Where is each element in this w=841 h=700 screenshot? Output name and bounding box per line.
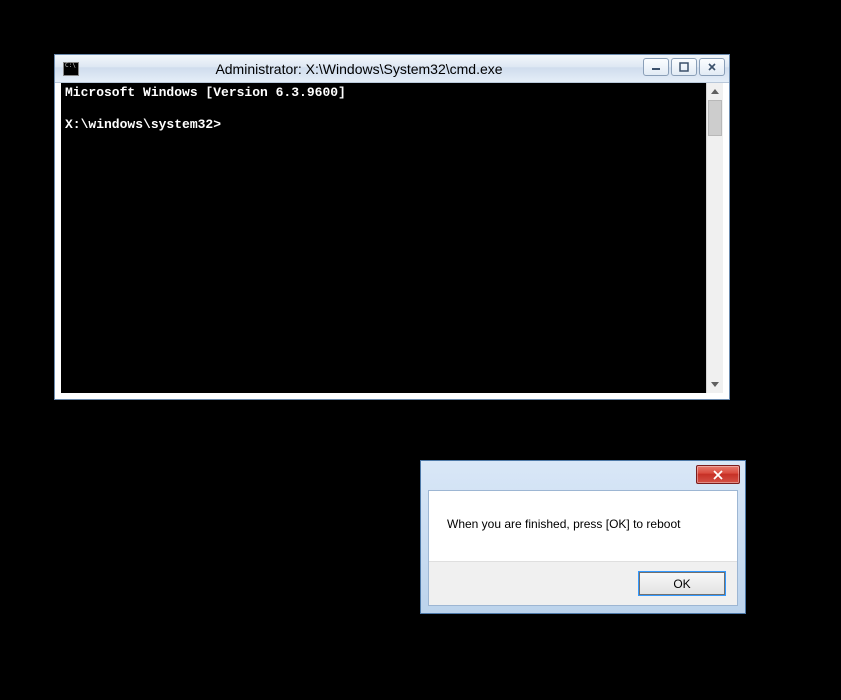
- cmd-prompt: X:\windows\system32>: [65, 117, 221, 132]
- ok-button[interactable]: OK: [639, 572, 725, 595]
- dialog-message: When you are finished, press [OK] to reb…: [429, 491, 737, 561]
- cmd-icon: [63, 62, 79, 76]
- scroll-up-button[interactable]: [707, 83, 723, 100]
- reboot-dialog: When you are finished, press [OK] to reb…: [420, 460, 746, 614]
- cmd-titlebar[interactable]: Administrator: X:\Windows\System32\cmd.e…: [55, 55, 729, 83]
- cmd-window: Administrator: X:\Windows\System32\cmd.e…: [54, 54, 730, 400]
- minimize-button[interactable]: [643, 58, 669, 76]
- cmd-client-area: Microsoft Windows [Version 6.3.9600] X:\…: [61, 83, 723, 393]
- cmd-terminal[interactable]: Microsoft Windows [Version 6.3.9600] X:\…: [61, 83, 706, 393]
- close-button[interactable]: [699, 58, 725, 76]
- chevron-up-icon: [711, 89, 719, 94]
- scroll-down-button[interactable]: [707, 376, 723, 393]
- cmd-version-line: Microsoft Windows [Version 6.3.9600]: [65, 85, 346, 100]
- scroll-thumb[interactable]: [708, 100, 722, 136]
- cmd-title: Administrator: X:\Windows\System32\cmd.e…: [79, 61, 729, 77]
- dialog-titlebar[interactable]: [428, 468, 738, 490]
- dialog-body: When you are finished, press [OK] to reb…: [428, 490, 738, 606]
- dialog-close-button[interactable]: [696, 465, 740, 484]
- window-controls: [643, 58, 725, 76]
- maximize-icon: [679, 62, 689, 72]
- minimize-icon: [651, 62, 661, 72]
- chevron-down-icon: [711, 382, 719, 387]
- close-icon: [707, 62, 717, 72]
- dialog-button-row: OK: [429, 561, 737, 605]
- close-icon: [712, 470, 724, 480]
- maximize-button[interactable]: [671, 58, 697, 76]
- cmd-scrollbar[interactable]: [706, 83, 723, 393]
